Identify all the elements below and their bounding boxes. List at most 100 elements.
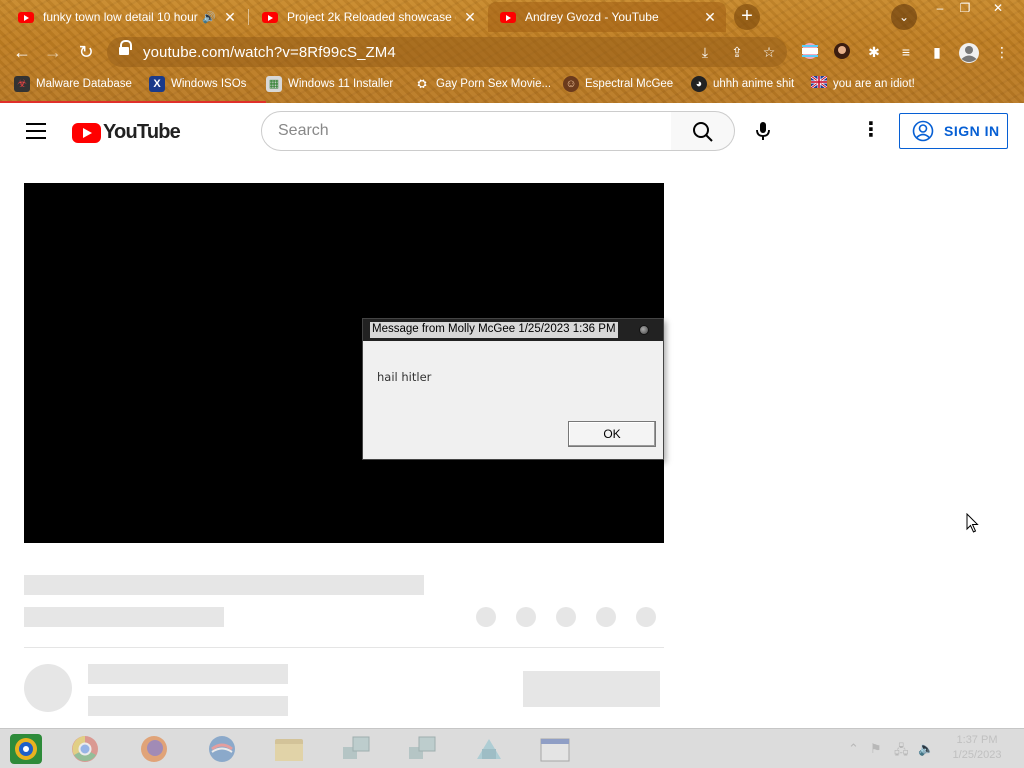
skeleton-channel-avatar (24, 664, 72, 712)
x-icon: X (149, 76, 165, 92)
clock-time: 1:37 PM (956, 734, 998, 746)
start-button[interactable] (9, 733, 43, 765)
browser-chrome: funky town low detail 10 hour 🔊 ✕ Projec… (0, 0, 1024, 103)
address-url[interactable]: youtube.com/watch?v=8Rf99cS_ZM4 (143, 44, 396, 61)
settings-more-icon[interactable]: ⋮ (861, 117, 881, 145)
tray-chevron-icon[interactable]: ⌃ (848, 741, 859, 757)
lock-icon[interactable] (119, 40, 132, 57)
tab-project-2k[interactable]: Project 2k Reloaded showcase (W ✕ (250, 2, 486, 32)
media-controls-icon[interactable]: ≡ (896, 42, 916, 62)
image-icon: ▦ (266, 76, 282, 92)
bookmark-star-icon[interactable]: ☆ (760, 43, 778, 61)
close-window-button[interactable]: ✕ (983, 0, 1013, 18)
address-bar[interactable]: youtube.com/watch?v=8Rf99cS_ZM4 ⤓ ⇪ ☆ (107, 37, 787, 67)
network-taskbar-icon[interactable] (339, 733, 373, 765)
tab-title: Andrey Gvozd - YouTube (525, 10, 659, 24)
youtube-logo[interactable]: YouTube (72, 121, 181, 144)
new-tab-button[interactable]: + (734, 4, 760, 30)
kebab-menu-icon[interactable]: ⋮ (992, 42, 1012, 62)
window-taskbar-icon[interactable] (538, 733, 572, 765)
skeleton-action-button (516, 607, 536, 627)
action-center-flag-icon[interactable]: ⚑ (870, 741, 882, 757)
account-circle-icon (912, 120, 934, 142)
volume-tray-icon[interactable]: 🔈 (918, 741, 934, 757)
side-panel-icon[interactable]: ▮ (927, 42, 947, 62)
restore-button[interactable]: ❐ (950, 0, 980, 18)
youtube-favicon-icon (500, 11, 516, 23)
installer-taskbar-icon[interactable] (472, 733, 506, 765)
flag-icon (810, 75, 828, 92)
extensions-puzzle-icon[interactable]: ✱ (864, 42, 884, 62)
face-icon: ☺ (563, 76, 579, 92)
dialog-body: hail hitler OK (365, 343, 661, 457)
install-icon[interactable]: ⤓ (696, 43, 714, 61)
tab-separator (248, 9, 249, 25)
youtube-favicon-icon (262, 11, 278, 23)
tab-close-icon[interactable]: ✕ (462, 9, 478, 26)
forward-arrow-icon[interactable]: → (40, 39, 66, 65)
skeleton-video-title (24, 575, 424, 595)
file-explorer-taskbar-icon[interactable] (272, 733, 306, 765)
youtube-play-icon (72, 122, 101, 143)
tab-andrey-gvozd[interactable]: Andrey Gvozd - YouTube ✕ (488, 2, 726, 32)
search-button[interactable] (671, 111, 735, 151)
hamburger-menu-icon[interactable] (26, 123, 46, 139)
dialog-title: Message from Molly McGee 1/25/2023 1:36 … (370, 322, 618, 338)
youtube-favicon-icon (18, 11, 34, 23)
bookmark-windows-isos[interactable]: X Windows ISOs (149, 75, 246, 93)
bookmarks-bar: ☣ Malware Database X Windows ISOs ▦ Wind… (0, 70, 1024, 98)
taskbar: ⌃ ⚑ 🖧 🔈 1:37 PM 1/25/2023 (0, 728, 1024, 768)
youtube-wordmark: YouTube (103, 121, 181, 143)
search-box[interactable] (261, 111, 672, 151)
skeleton-subscriber-count (88, 696, 288, 716)
media-player-taskbar-icon[interactable] (205, 733, 239, 765)
tab-funky-town[interactable]: funky town low detail 10 hour 🔊 ✕ (6, 2, 246, 32)
bookmark-gay-porn-sex-movie[interactable]: ⛭ Gay Porn Sex Movie... (414, 75, 551, 93)
reload-icon[interactable]: ↻ (73, 39, 99, 65)
share-icon[interactable]: ⇪ (728, 43, 746, 61)
tab-search-chevron-icon[interactable]: ⌄ (891, 4, 917, 30)
tab-close-icon[interactable]: ✕ (222, 9, 238, 26)
mouse-cursor-icon (966, 513, 979, 533)
dialog-message: hail hitler (377, 370, 432, 384)
skeleton-action-button (556, 607, 576, 627)
bookmark-malware-database[interactable]: ☣ Malware Database (14, 75, 132, 93)
search-input[interactable] (278, 122, 671, 140)
sign-in-label: SIGN IN (944, 123, 1000, 139)
tab-title: funky town low detail 10 hour (43, 10, 198, 24)
search-icon (693, 122, 713, 142)
taskbar-clock[interactable]: 1:37 PM 1/25/2023 (940, 733, 1014, 763)
youtube-header: YouTube ⋮ SIGN IN (0, 103, 1024, 159)
skeleton-subscribe-button (523, 671, 660, 707)
tab-title: Project 2k Reloaded showcase (W (287, 10, 456, 24)
dialog-titlebar[interactable]: Message from Molly McGee 1/25/2023 1:36 … (363, 319, 663, 341)
profile-icon[interactable] (958, 42, 979, 63)
malware-icon: ☣ (14, 76, 30, 92)
tab-close-icon[interactable]: ✕ (702, 9, 718, 26)
back-arrow-icon[interactable]: ← (9, 39, 35, 65)
sign-in-button[interactable]: SIGN IN (899, 113, 1008, 149)
skeleton-channel-name (88, 664, 288, 684)
clock-date: 1/25/2023 (952, 749, 1002, 761)
remote-desktop-taskbar-icon[interactable] (405, 733, 439, 765)
skeleton-action-button (476, 607, 496, 627)
chrome-taskbar-icon[interactable] (68, 733, 102, 765)
sticker-icon: ⛭ (417, 78, 427, 90)
skeleton-action-button (596, 607, 616, 627)
bookmark-anime[interactable]: ◕ uhhh anime shit (691, 75, 794, 93)
bookmark-you-are-an-idiot[interactable]: you are an idiot! (810, 75, 915, 93)
voice-search-button[interactable] (748, 116, 778, 146)
browser-toolbar: ← → ↻ youtube.com/watch?v=8Rf99cS_ZM4 ⤓ … (0, 34, 1024, 70)
content-divider (24, 647, 664, 648)
speaker-icon[interactable]: 🔊 (202, 11, 216, 24)
dialog-close-icon[interactable] (639, 325, 649, 335)
bookmark-espectral-mcgee[interactable]: ☺ Espectral McGee (563, 75, 673, 93)
firefox-taskbar-icon[interactable] (137, 733, 171, 765)
bookmark-windows-11-installer[interactable]: ▦ Windows 11 Installer (266, 75, 393, 93)
extension-avatar-icon[interactable] (832, 42, 852, 62)
tab-strip: funky town low detail 10 hour 🔊 ✕ Projec… (0, 0, 1024, 34)
extension-flag-icon[interactable] (800, 42, 820, 62)
message-dialog: Message from Molly McGee 1/25/2023 1:36 … (362, 318, 664, 460)
ok-button[interactable]: OK (568, 421, 656, 447)
network-tray-icon[interactable]: 🖧 (894, 741, 909, 763)
